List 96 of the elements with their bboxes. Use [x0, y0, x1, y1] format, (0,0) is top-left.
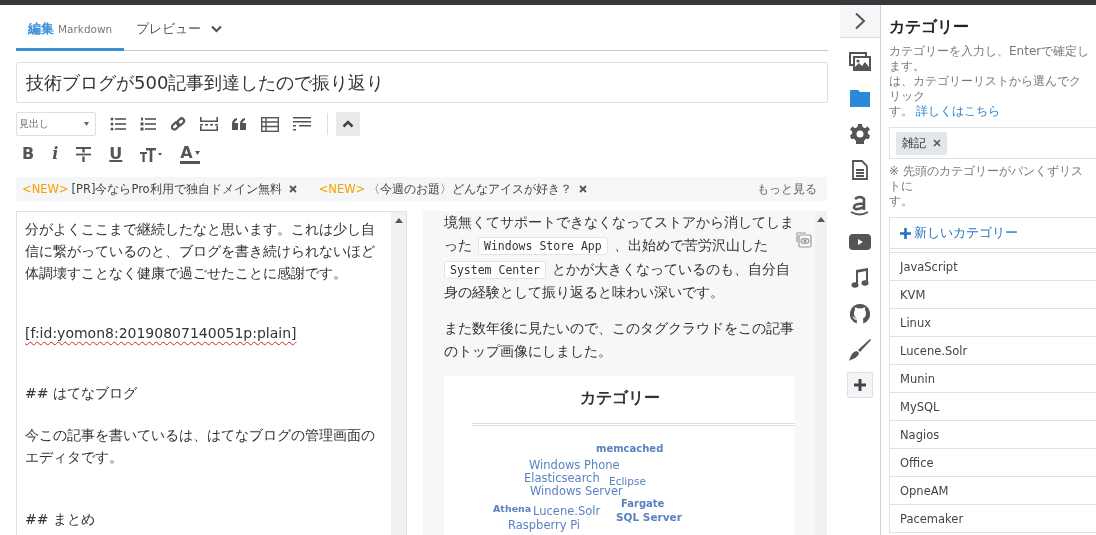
category-item[interactable]: Pacemaker: [890, 504, 1096, 532]
editor-line: 分がよくここまで継続したなと思います。これは少し自: [25, 220, 376, 239]
category-item[interactable]: OpneAM: [890, 476, 1096, 504]
inline-code: Windows Store App: [478, 237, 608, 256]
chevron-up-icon: [342, 120, 354, 128]
category-item[interactable]: JavaScript: [890, 252, 1096, 280]
underline-button[interactable]: U: [109, 146, 123, 162]
tag-word: Windows Phone: [529, 460, 620, 472]
video-play-icon[interactable]: [849, 234, 871, 250]
quote-icon[interactable]: [232, 118, 247, 130]
inline-code: System Center: [444, 260, 546, 279]
tag-cloud-title: カテゴリー: [578, 388, 661, 409]
bullet-list-icon[interactable]: [110, 117, 126, 131]
numbered-list-icon[interactable]: [140, 117, 156, 131]
plus-icon: [900, 227, 911, 239]
tag-word: Raspberry Pi: [508, 520, 581, 532]
link-icon[interactable]: [170, 116, 186, 132]
help-text: す。: [889, 104, 913, 119]
editor-line: ## はてなブログ: [25, 384, 138, 403]
category-item[interactable]: MySQL: [890, 392, 1096, 420]
bold-button[interactable]: B: [22, 146, 35, 162]
category-tag[interactable]: 雑記: [896, 131, 947, 155]
caret-icon: [194, 150, 200, 155]
editor-line: ## まとめ: [25, 510, 96, 529]
scroll-up-icon[interactable]: [817, 217, 825, 222]
preview-text: 、出始めで苦労沢山した: [613, 237, 768, 256]
tag-word: Fargate: [621, 499, 665, 509]
remove-icon[interactable]: [933, 139, 941, 147]
text-color-button[interactable]: A: [180, 144, 200, 164]
tag-word: memcached: [596, 444, 664, 454]
category-item[interactable]: Nagios: [890, 420, 1096, 448]
category-item[interactable]: Lucene.Solr: [890, 336, 1096, 364]
more-link[interactable]: もっと見る: [757, 180, 817, 198]
document-icon[interactable]: [852, 160, 868, 180]
tag-word: SQL Server: [616, 512, 682, 523]
markdown-editor[interactable]: 分がよくここまで継続したなと思います。これは少し自 信に繋がっているのと、ブログを書き続けられないほど 体調壊すことなく健康で過ごせたことに感謝です。 [f:id:yomon8:20190807140051p:plain] ## はてなブログ 今この記事を書いているは、はてなブログの管理画面の エディタです。 ## まとめ: [16, 211, 407, 535]
music-note-icon[interactable]: [851, 268, 869, 288]
notice-link[interactable]: [PR]今ならPro利用で独自ドメイン無料: [71, 181, 282, 197]
collapse-toolbar-button[interactable]: [336, 112, 360, 136]
category-item[interactable]: Munin: [890, 364, 1096, 392]
category-field[interactable]: 雑記: [889, 127, 1096, 159]
letter-a-smile-icon[interactable]: [850, 195, 870, 217]
read-more-icon[interactable]: [293, 117, 311, 131]
brush-icon[interactable]: [849, 339, 871, 361]
editor-line: [f:id:yomon8:20190807140051p:plain]: [25, 324, 297, 343]
new-category-button[interactable]: 新しいカテゴリー: [890, 218, 1096, 249]
tag-word: Athena: [493, 504, 532, 514]
preview-text: 身の経験として振り返ると味わい深いです。: [444, 284, 724, 303]
close-icon[interactable]: [579, 185, 588, 193]
octocat-icon[interactable]: [850, 304, 870, 324]
editor-line: 信に繋がっているのと、ブログを書き続けられないほど: [25, 242, 376, 261]
table-icon[interactable]: [261, 116, 279, 132]
page-break-icon[interactable]: [200, 117, 218, 131]
new-label: <NEW>: [22, 182, 69, 196]
preview-text: また数年後に見たいので、このタグクラウドをこの記事: [444, 319, 794, 338]
chevron-right-icon: [854, 12, 866, 30]
heading-select[interactable]: 見出し: [16, 112, 96, 136]
category-item[interactable]: Office: [890, 448, 1096, 476]
preview-text: 境無くてサポートできなくなってストアから消してしま: [444, 213, 794, 232]
image-icon[interactable]: [849, 52, 871, 72]
panel-title: カテゴリー: [889, 17, 970, 38]
note-text: す。: [889, 194, 914, 209]
editor-line: 体調壊すことなく健康で過ごせたことに感謝です。: [25, 264, 348, 283]
collapse-panel-button[interactable]: [840, 5, 880, 38]
help-text: カテゴリーを入力し、Enterで確定します。: [889, 44, 1091, 74]
tag-word: Lucene.Solr: [533, 506, 601, 518]
preview-text: のトップ画像にしました。: [444, 343, 612, 362]
caret-icon: [84, 122, 89, 126]
scrollbar[interactable]: [391, 212, 406, 535]
category-item[interactable]: Linux: [890, 308, 1096, 336]
italic-button[interactable]: i: [52, 146, 59, 162]
tag-word: Eclipse: [609, 476, 646, 487]
scroll-up-icon[interactable]: [394, 218, 403, 223]
editor-line: エディタです。: [25, 448, 124, 467]
add-tool-button[interactable]: [847, 372, 873, 398]
plus-icon: [854, 379, 866, 391]
help-text: は、カテゴリーリストから選んでクリック: [889, 74, 1082, 104]
preview-text: とかが大きくなっているのも、自分自: [552, 260, 790, 279]
note-text: ※ 先頭のカテゴリーがパンくずリストに: [889, 164, 1084, 194]
settings-icon[interactable]: [850, 124, 870, 144]
category-item[interactable]: KVM: [890, 280, 1096, 308]
editor-tab[interactable]: プレビュー: [124, 20, 235, 51]
font-size-icon[interactable]: [140, 146, 163, 162]
editor-line: 今この記事を書いているは、はてなブログの管理画面の: [25, 426, 376, 445]
scrollbar[interactable]: [815, 211, 827, 535]
editor-tab[interactable]: 編集 Markdown: [16, 20, 125, 51]
strikethrough-icon[interactable]: [76, 146, 92, 162]
close-icon[interactable]: [288, 185, 297, 193]
new-label: <NEW>: [318, 182, 366, 196]
folder-icon[interactable]: [850, 89, 870, 107]
preview-text: った: [444, 237, 472, 256]
details-link[interactable]: 詳しくはこちら: [916, 104, 1000, 119]
notice-link[interactable]: 〈今週のお題〉どんなアイスが好き？: [368, 181, 573, 197]
tag-word: Elasticsearch: [524, 473, 600, 485]
tag-word: Windows Server: [530, 486, 623, 498]
title-field[interactable]: 技術ブログが500記事到達したので振り返り: [16, 62, 828, 103]
